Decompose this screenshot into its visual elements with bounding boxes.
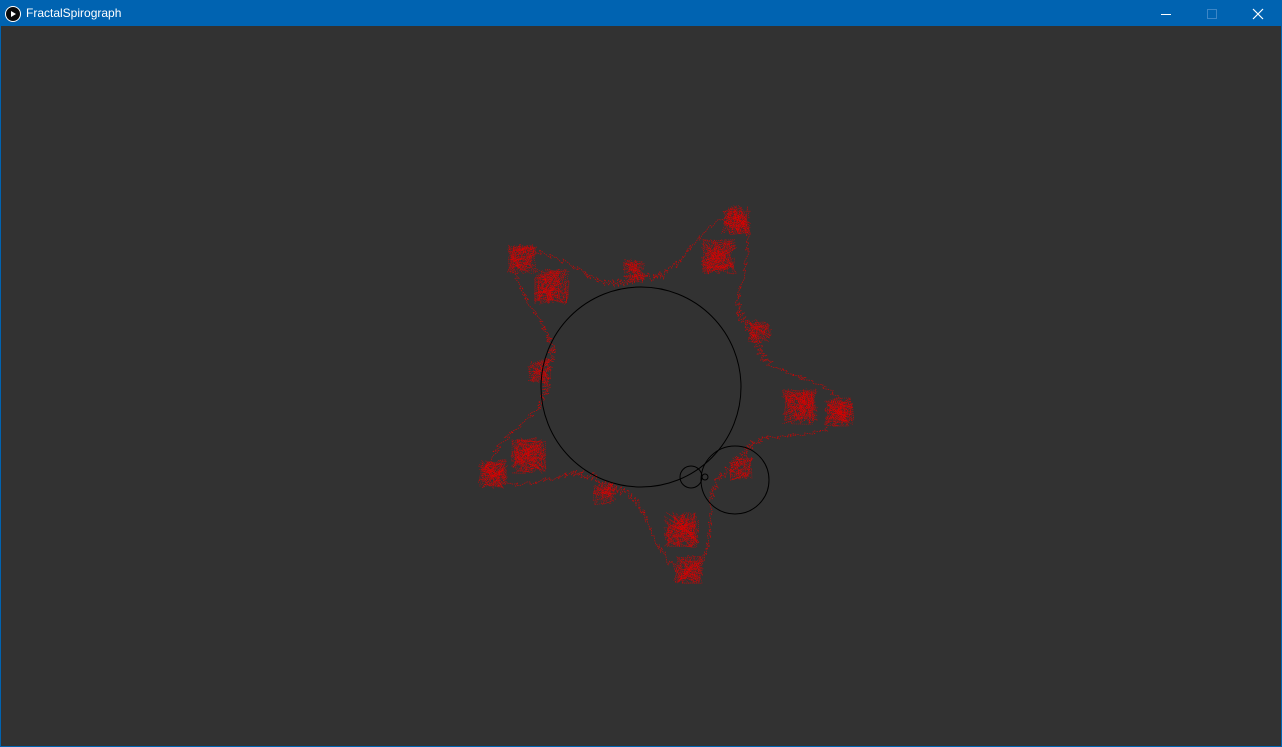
minimize-button[interactable] — [1143, 1, 1189, 26]
close-icon — [1252, 8, 1264, 19]
trace-cluster — [507, 243, 538, 275]
app-window: FractalSpirograph — [0, 0, 1282, 747]
trace-cluster — [729, 456, 754, 481]
trace-cluster — [509, 437, 547, 475]
fractal-trace — [477, 205, 855, 585]
medium-circle — [700, 445, 770, 515]
window-controls — [1143, 1, 1281, 26]
trace-cluster — [823, 396, 855, 427]
trace-cluster — [700, 238, 738, 275]
trace-cluster — [477, 459, 509, 489]
trace-main-path — [484, 209, 849, 578]
maximize-icon — [1207, 8, 1217, 19]
trace-cluster — [663, 511, 700, 549]
minimize-icon — [1161, 13, 1171, 15]
trace-cluster — [747, 318, 773, 344]
large-circle — [540, 286, 742, 488]
window-title: FractalSpirograph — [26, 6, 122, 20]
tiny-circle — [701, 473, 709, 481]
close-button[interactable] — [1235, 1, 1281, 26]
drawing-canvas[interactable] — [1, 26, 1281, 746]
small-circle — [679, 465, 703, 489]
trace-cluster — [592, 481, 618, 506]
trace-cluster — [533, 267, 570, 306]
trace-cluster — [781, 388, 819, 425]
trace-cluster — [527, 359, 552, 384]
app-play-icon — [5, 5, 21, 22]
spirograph-drawing — [477, 205, 855, 585]
title-bar[interactable]: FractalSpirograph — [1, 1, 1281, 26]
maximize-button[interactable] — [1189, 1, 1235, 26]
trace-cluster — [721, 205, 752, 236]
